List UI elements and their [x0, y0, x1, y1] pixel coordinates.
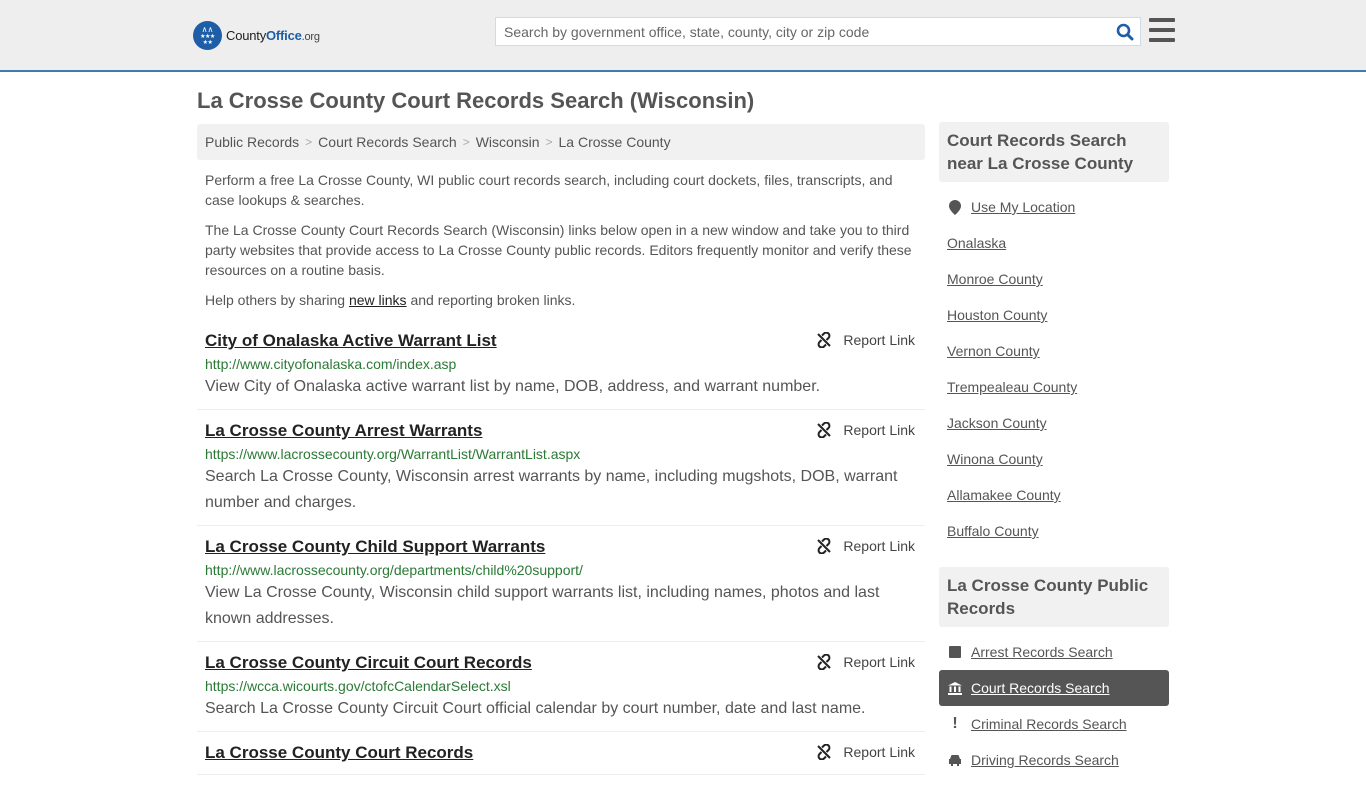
report-link-label: Report Link — [843, 332, 915, 348]
result-title-link[interactable]: City of Onalaska Active Warrant List — [205, 329, 497, 353]
nearby-item-allamakee-county[interactable]: Allamakee County — [939, 477, 1169, 513]
report-link-button[interactable]: Report Link — [816, 422, 915, 438]
result-item: La Crosse County Court Records Report Li… — [197, 732, 925, 775]
new-links-link[interactable]: new links — [349, 292, 407, 308]
nearby-item-jackson-county[interactable]: Jackson County — [939, 405, 1169, 441]
result-item: La Crosse County Arrest Warrants https:/… — [197, 410, 925, 526]
broken-link-icon — [816, 538, 832, 554]
search-icon — [1116, 23, 1134, 40]
result-url[interactable]: http://www.lacrossecounty.org/department… — [205, 560, 917, 580]
result-item: City of Onalaska Active Warrant List htt… — [197, 320, 925, 410]
search-button[interactable] — [1110, 18, 1140, 45]
breadcrumb-separator: > — [545, 135, 553, 149]
breadcrumb-court-records-search[interactable]: Court Records Search — [318, 134, 457, 150]
intro-text: Perform a free La Crosse County, WI publ… — [205, 170, 920, 320]
sidebar-item-arrest-records[interactable]: Arrest Records Search — [939, 634, 1169, 670]
car-icon — [947, 754, 963, 766]
result-description: Search La Crosse County Circuit Court of… — [205, 700, 866, 717]
nearby-item-onalaska[interactable]: Onalaska — [939, 225, 1169, 261]
hamburger-menu-icon-bar — [1149, 28, 1175, 32]
results-list: City of Onalaska Active Warrant List htt… — [197, 320, 925, 775]
broken-link-icon — [816, 422, 832, 438]
broken-link-icon — [816, 654, 832, 670]
nearby-item-winona-county[interactable]: Winona County — [939, 441, 1169, 477]
hamburger-menu-icon-bar — [1149, 38, 1175, 42]
breadcrumb-separator: > — [462, 135, 470, 149]
breadcrumb-la-crosse-county[interactable]: La Crosse County — [559, 134, 671, 150]
result-url[interactable]: https://wcca.wicourts.gov/ctofcCalendarS… — [205, 676, 917, 696]
breadcrumb-public-records[interactable]: Public Records — [205, 134, 299, 150]
result-item: La Crosse County Child Support Warrants … — [197, 526, 925, 642]
public-records-list: Arrest Records Search Court Records Sear… — [939, 627, 1169, 788]
sidebar-heading-nearby: Court Records Search near La Crosse Coun… — [939, 122, 1169, 182]
intro-paragraph: Perform a free La Crosse County, WI publ… — [205, 172, 893, 208]
nearby-item-vernon-county[interactable]: Vernon County — [939, 333, 1169, 369]
nearby-list: Use My Location Onalaska Monroe County H… — [939, 182, 1169, 559]
sidebar-item-criminal-records[interactable]: ! Criminal Records Search — [939, 706, 1169, 742]
breadcrumb: Public Records > Court Records Search > … — [197, 124, 925, 160]
broken-link-icon — [816, 744, 832, 760]
broken-link-icon — [816, 332, 832, 348]
nearby-item-trempealeau-county[interactable]: Trempealeau County — [939, 369, 1169, 405]
result-item: La Crosse County Circuit Court Records h… — [197, 642, 925, 732]
intro-help-paragraph: Help others by sharing new links and rep… — [205, 292, 576, 308]
report-link-label: Report Link — [843, 744, 915, 760]
breadcrumb-wisconsin[interactable]: Wisconsin — [476, 134, 540, 150]
exclamation-icon: ! — [952, 715, 958, 732]
hamburger-menu-icon-bar — [1149, 18, 1175, 22]
search-input[interactable] — [496, 18, 1110, 45]
report-link-label: Report Link — [843, 654, 915, 670]
sidebar-item-driving-records[interactable]: Driving Records Search — [939, 742, 1169, 778]
sidebar: Court Records Search near La Crosse Coun… — [939, 122, 1169, 788]
site-header: ∧∧ ★★★ ★★ CountyOffice.org — [0, 0, 1366, 72]
result-url[interactable]: https://www.lacrossecounty.org/WarrantLi… — [205, 444, 917, 464]
map-pin-icon — [947, 199, 963, 215]
intro-paragraph: The La Crosse County Court Records Searc… — [205, 222, 912, 278]
result-title-link[interactable]: La Crosse County Child Support Warrants — [205, 535, 545, 559]
nearby-item-monroe-county[interactable]: Monroe County — [939, 261, 1169, 297]
report-link-button[interactable]: Report Link — [816, 538, 915, 554]
report-link-label: Report Link — [843, 538, 915, 554]
eagle-logo-icon: ∧∧ ★★★ ★★ — [193, 20, 222, 50]
result-title-link[interactable]: La Crosse County Arrest Warrants — [205, 419, 482, 443]
report-link-button[interactable]: Report Link — [816, 744, 915, 760]
square-icon — [947, 646, 963, 658]
logo-wordmark: CountyOffice.org — [226, 27, 320, 43]
page-title: La Crosse County Court Records Search (W… — [197, 88, 755, 113]
report-link-button[interactable]: Report Link — [816, 332, 915, 348]
sidebar-heading-public-records: La Crosse County Public Records — [939, 567, 1169, 627]
result-title-link[interactable]: La Crosse County Court Records — [205, 741, 473, 765]
result-title-link[interactable]: La Crosse County Circuit Court Records — [205, 651, 532, 675]
hamburger-menu-button[interactable] — [1149, 18, 1175, 42]
result-description: View City of Onalaska active warrant lis… — [205, 378, 821, 395]
site-logo[interactable]: ∧∧ ★★★ ★★ CountyOffice.org — [193, 20, 320, 50]
result-description: View La Crosse County, Wisconsin child s… — [205, 584, 880, 627]
nearby-item-houston-county[interactable]: Houston County — [939, 297, 1169, 333]
nearby-item-buffalo-county[interactable]: Buffalo County — [939, 513, 1169, 549]
report-link-label: Report Link — [843, 422, 915, 438]
result-description: Search La Crosse County, Wisconsin arres… — [205, 468, 898, 511]
breadcrumb-separator: > — [305, 135, 313, 149]
report-link-button[interactable]: Report Link — [816, 654, 915, 670]
courthouse-icon — [947, 681, 963, 695]
use-my-location-link[interactable]: Use My Location — [939, 189, 1169, 225]
result-url[interactable]: http://www.cityofonalaska.com/index.asp — [205, 354, 917, 374]
search-box — [495, 17, 1141, 46]
sidebar-item-court-records[interactable]: Court Records Search — [939, 670, 1169, 706]
